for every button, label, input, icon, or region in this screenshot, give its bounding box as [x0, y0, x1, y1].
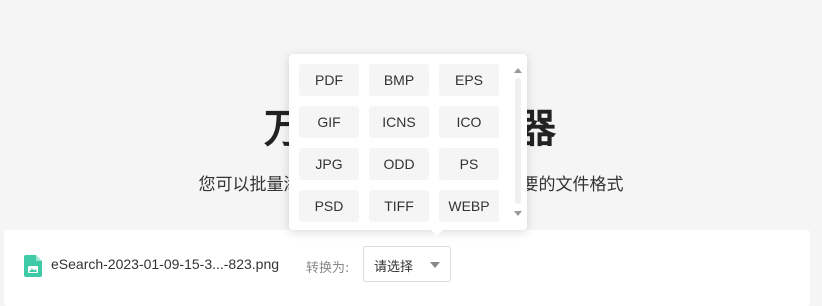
- format-option-tiff[interactable]: TIFF: [369, 190, 429, 222]
- format-options-grid: PDF BMP EPS GIF ICNS ICO JPG ODD PS PSD …: [299, 64, 499, 222]
- format-option-eps[interactable]: EPS: [439, 64, 499, 96]
- format-option-ps[interactable]: PS: [439, 148, 499, 180]
- format-option-odd[interactable]: ODD: [369, 148, 429, 180]
- format-option-gif[interactable]: GIF: [299, 106, 359, 138]
- scroll-up-arrow-icon[interactable]: [514, 68, 522, 73]
- image-file-icon: [24, 255, 42, 277]
- format-select-value: 请选择: [374, 260, 414, 275]
- format-option-pdf[interactable]: PDF: [299, 64, 359, 96]
- format-option-webp[interactable]: WEBP: [439, 190, 499, 222]
- scrollbar-thumb[interactable]: [515, 78, 521, 204]
- format-option-psd[interactable]: PSD: [299, 190, 359, 222]
- scroll-down-arrow-icon[interactable]: [514, 211, 522, 216]
- format-option-jpg[interactable]: JPG: [299, 148, 359, 180]
- file-row: eSearch-2023-01-09-15-3...-823.png 转换为: …: [4, 230, 810, 306]
- format-dropdown: PDF BMP EPS GIF ICNS ICO JPG ODD PS PSD …: [289, 54, 527, 236]
- format-option-ico[interactable]: ICO: [439, 106, 499, 138]
- convert-to-label: 转换为:: [306, 261, 350, 276]
- format-select[interactable]: 请选择: [363, 246, 451, 282]
- chevron-down-icon: [430, 262, 440, 268]
- file-name: eSearch-2023-01-09-15-3...-823.png: [51, 256, 280, 272]
- format-option-icns[interactable]: ICNS: [369, 106, 429, 138]
- format-option-bmp[interactable]: BMP: [369, 64, 429, 96]
- dropdown-scrollbar[interactable]: [513, 64, 523, 220]
